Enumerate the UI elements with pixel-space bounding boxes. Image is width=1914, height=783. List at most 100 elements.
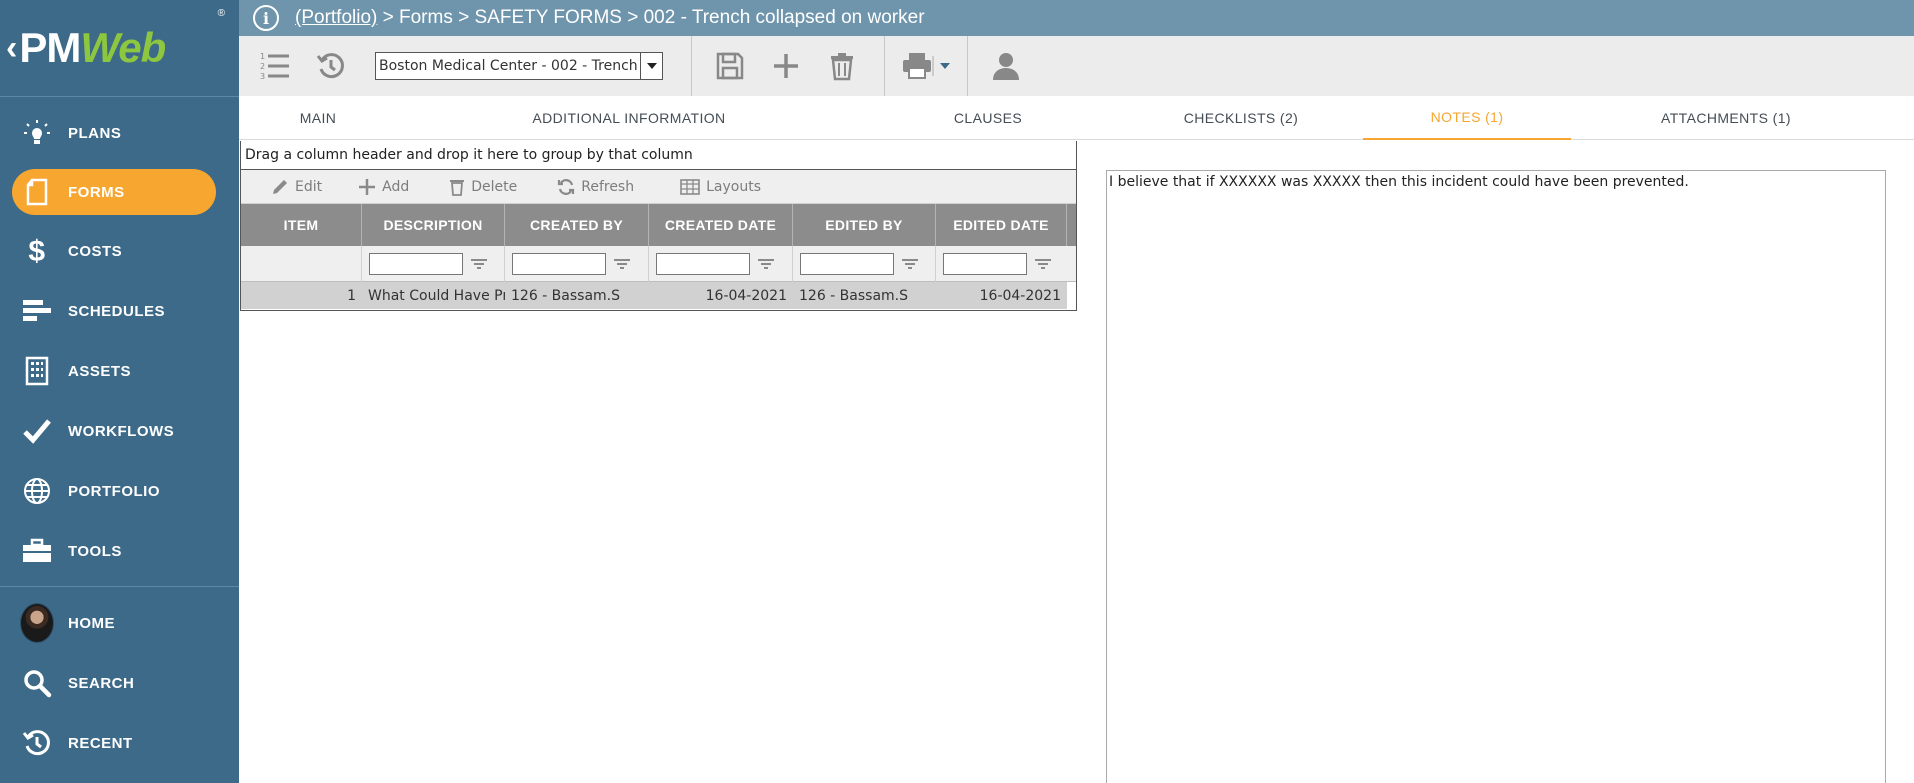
sidebar-item-label: PORTFOLIO [68,482,160,500]
filter-input-created-date[interactable] [656,253,750,275]
delete-button[interactable] [814,36,870,96]
edit-button[interactable]: Edit [271,178,322,196]
sidebar-item-label: TOOLS [68,542,122,560]
sidebar-item-workflows[interactable]: WORKFLOWS [12,408,216,454]
svg-text:2: 2 [260,62,265,71]
sidebar-divider [0,96,239,97]
history-button[interactable] [303,36,359,96]
sidebar-item-forms[interactable]: FORMS [12,169,216,215]
delete-label: Delete [471,178,518,195]
numbered-list-icon: 123 [260,52,289,81]
home-avatar-wrap [20,603,54,643]
column-header-description[interactable]: DESCRIPTION [362,204,505,246]
sidebar-item-label: WORKFLOWS [68,422,175,440]
svg-text:3: 3 [260,72,265,81]
print-button[interactable] [885,36,967,96]
add-button[interactable] [758,36,814,96]
tab-checklists[interactable]: CHECKLISTS (2) [1119,96,1363,140]
filter-cell-edited-by [793,246,936,282]
filter-input-description[interactable] [369,253,463,275]
project-record-select-value: Boston Medical Center - 002 - Trench col… [379,58,640,74]
layouts-button[interactable]: Layouts [680,179,761,195]
filter-icon[interactable] [470,258,488,270]
svg-text:1: 1 [260,52,265,61]
sidebar-item-costs[interactable]: $ COSTS [12,228,216,274]
column-header-created-date[interactable]: CREATED DATE [649,204,793,246]
record-toolbar: 123 Boston Medical Center - 002 - Trench… [239,36,1914,96]
sidebar-item-schedules[interactable]: SCHEDULES [12,288,216,334]
chevron-down-icon[interactable] [940,63,950,69]
tab-additional-information[interactable]: ADDITIONAL INFORMATION [469,96,789,140]
breadcrumb-portfolio-link[interactable]: (Portfolio) [295,7,377,29]
avatar [20,603,54,643]
svg-text:$: $ [28,235,45,267]
plus-icon [359,178,376,195]
registered-mark: ® [217,8,225,19]
schedule-bars-icon [20,294,54,328]
filter-icon[interactable] [901,258,919,270]
sidebar-item-assets[interactable]: ASSETS [12,348,216,394]
sidebar-item-label: PLANS [68,124,122,142]
logo-web: Web [80,23,166,71]
info-icon[interactable]: i [253,5,279,31]
tab-main[interactable]: MAIN [239,96,397,140]
tab-clauses[interactable]: CLAUSES [879,96,1097,140]
user-button[interactable] [978,36,1034,96]
sidebar-item-label: COSTS [68,242,123,260]
sidebar-item-recent[interactable]: RECENT [12,720,216,766]
sidebar-item-label: HOME [68,614,115,632]
pencil-icon [273,179,287,194]
filter-icon[interactable] [1034,258,1052,270]
project-record-select[interactable]: Boston Medical Center - 002 - Trench col… [375,52,663,80]
pmweb-logo[interactable]: ‹ PMWeb ® [0,0,239,95]
cell-created-by: 126 - Bassam.S [511,287,620,304]
trash-icon [831,53,853,81]
filter-icon[interactable] [757,258,775,270]
breadcrumb-path: > Forms > SAFETY FORMS > 002 - Trench co… [377,7,925,28]
filter-cell-created-by [505,246,649,282]
filter-input-edited-by[interactable] [800,253,894,275]
toolbar-divider [967,36,968,96]
column-header-created-by[interactable]: CREATED BY [505,204,649,246]
refresh-label: Refresh [581,178,635,195]
add-label: Add [382,178,410,195]
group-by-drop-zone[interactable]: Drag a column header and drop it here to… [241,141,1076,170]
numbered-list-button[interactable]: 123 [247,36,303,96]
note-text-area[interactable]: I believe that if XXXXXX was XXXXX then … [1106,170,1886,783]
column-header-edited-date[interactable]: EDITED DATE [936,204,1067,246]
sidebar-item-tools[interactable]: TOOLS [12,528,216,574]
sidebar-item-label: RECENT [68,734,133,752]
refresh-button[interactable]: Refresh [557,178,634,196]
column-header-edited-by[interactable]: EDITED BY [793,204,936,246]
tab-attachments[interactable]: ATTACHMENTS (1) [1597,96,1855,140]
sidebar-item-label: SCHEDULES [68,302,166,320]
filter-input-edited-date[interactable] [943,253,1027,275]
form-tabs: MAIN ADDITIONAL INFORMATION CLAUSES CHEC… [239,96,1914,140]
back-chevron-icon[interactable]: ‹ [6,31,17,65]
tab-notes[interactable]: NOTES (1) [1363,96,1571,140]
filter-cell-edited-date [936,246,1067,282]
sidebar-item-home[interactable]: HOME [12,600,216,646]
sidebar-item-search[interactable]: SEARCH [12,660,216,706]
chevron-down-icon[interactable] [640,53,662,79]
add-note-button[interactable]: Add [358,178,409,196]
column-header-item[interactable]: ITEM [241,204,362,246]
search-icon [20,666,54,700]
filter-icon[interactable] [613,258,631,270]
refresh-icon [558,178,575,195]
form-icon [20,175,54,209]
sidebar-item-portfolio[interactable]: PORTFOLIO [12,468,216,514]
lightbulb-icon [20,116,54,150]
filter-input-created-by[interactable] [512,253,606,275]
table-row[interactable]: 1 What Could Have Prevented This Inciden… [241,282,1067,309]
grid-toolbar: Edit Add Delete Refresh Layouts [241,170,1076,204]
save-button[interactable] [702,36,758,96]
table-grid-icon [680,178,700,195]
logo-pm: PM [19,23,81,71]
history-icon [316,53,344,79]
toolbar-divider [691,36,692,96]
sidebar-item-plans[interactable]: PLANS [12,110,216,156]
checkmark-icon [20,414,54,448]
delete-note-button[interactable]: Delete [449,178,517,196]
recent-icon [20,726,54,760]
